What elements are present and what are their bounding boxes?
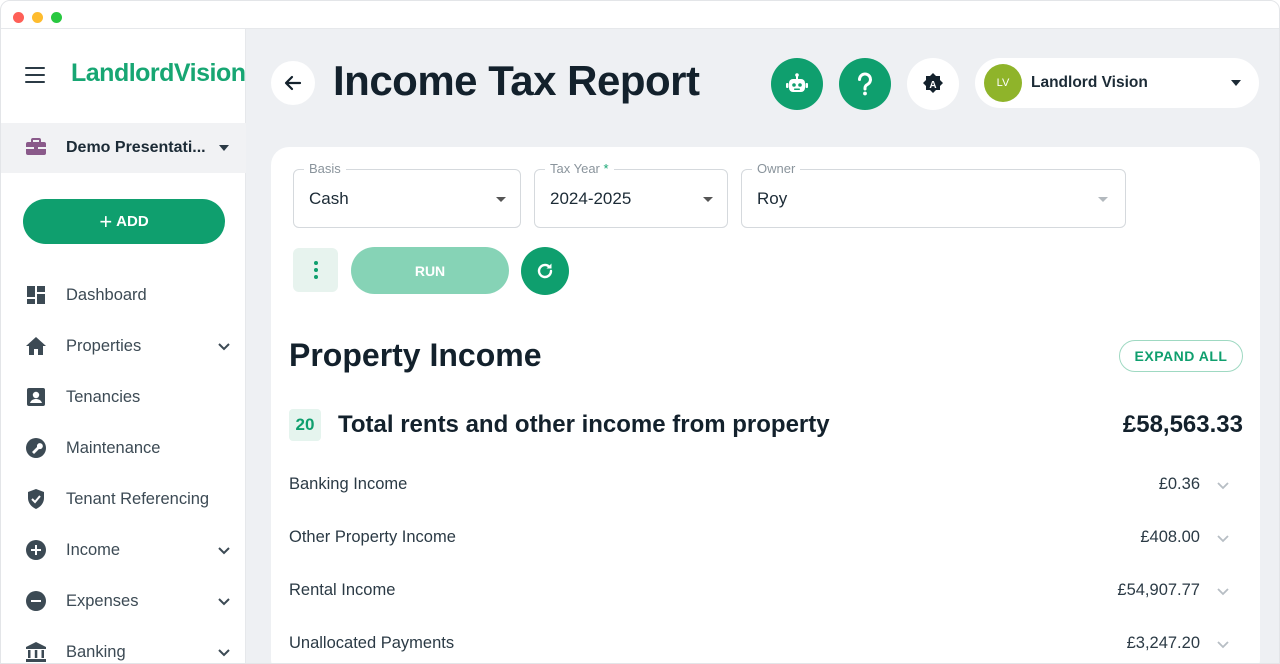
income-row[interactable]: Banking Income £0.36 — [271, 457, 1260, 510]
row-value: £3,247.20 — [1126, 634, 1200, 652]
sidebar-item-tenancies[interactable]: Tenancies — [1, 371, 246, 422]
basis-label: Basis — [304, 161, 346, 176]
chevron-down-icon[interactable] — [216, 542, 232, 558]
chevron-down-icon[interactable] — [1216, 637, 1230, 651]
caret-down-icon — [1231, 80, 1241, 86]
page-title: Income Tax Report — [333, 57, 700, 104]
maximize-window-button[interactable] — [51, 12, 62, 23]
row-label: Other Property Income — [289, 528, 456, 546]
chevron-down-icon[interactable] — [216, 593, 232, 609]
sidebar-item-dashboard[interactable]: Dashboard — [1, 269, 246, 320]
run-button[interactable]: RUN — [351, 247, 509, 294]
user-menu[interactable]: LV Landlord Vision — [975, 58, 1259, 108]
income-row[interactable]: Unallocated Payments £3,247.20 — [271, 616, 1260, 663]
back-button[interactable] — [271, 61, 315, 105]
minimize-window-button[interactable] — [32, 12, 43, 23]
sidebar-item-expenses[interactable]: Expenses — [1, 575, 246, 626]
add-button[interactable]: + ADD — [23, 199, 225, 244]
sidebar-item-label: Tenant Referencing — [66, 490, 210, 508]
chevron-down-icon[interactable] — [216, 338, 232, 354]
close-window-button[interactable] — [13, 12, 24, 23]
company-selector[interactable]: Demo Presentati... — [1, 123, 246, 173]
sidebar-item-label: Dashboard — [66, 286, 147, 304]
caret-down-icon — [219, 145, 229, 151]
back-arrow-icon — [284, 75, 302, 91]
tax-year-select[interactable]: Tax Year * 2024-2025 — [534, 161, 728, 228]
plus-circle-icon — [26, 540, 46, 560]
tax-year-label: Tax Year * — [545, 161, 614, 176]
caret-down-icon — [496, 197, 506, 202]
shield-check-icon — [28, 489, 44, 509]
briefcase-icon — [26, 138, 46, 155]
app-logo: LandlordVision — [71, 59, 246, 87]
tax-year-value: 2024-2025 — [550, 189, 632, 208]
wrench-icon — [26, 438, 46, 458]
refresh-icon — [537, 263, 553, 279]
help-icon — [858, 72, 872, 96]
income-row[interactable]: Other Property Income £408.00 — [271, 510, 1260, 563]
contact-card-icon — [27, 388, 45, 406]
owner-value: Roy — [757, 189, 788, 208]
sidebar: LandlordVision Demo Presentati... + ADD … — [1, 29, 246, 663]
total-value: £58,563.33 — [1122, 411, 1243, 438]
sidebar-item-label: Maintenance — [66, 439, 161, 457]
row-value: £0.36 — [1158, 475, 1200, 493]
sidebar-item-label: Properties — [66, 337, 142, 355]
home-icon — [26, 337, 46, 355]
company-name: Demo Presentati... — [66, 139, 206, 156]
sidebar-item-maintenance[interactable]: Maintenance — [1, 422, 246, 473]
sidebar-item-label: Banking — [66, 643, 126, 661]
accessibility-button[interactable]: A — [907, 58, 959, 110]
sidebar-item-tenant-referencing[interactable]: Tenant Referencing — [1, 473, 246, 524]
sidebar-item-properties[interactable]: Properties — [1, 320, 246, 371]
caret-down-icon — [703, 197, 713, 202]
chevron-down-icon[interactable] — [1216, 584, 1230, 598]
user-name: Landlord Vision — [1031, 74, 1148, 91]
income-row[interactable]: Rental Income £54,907.77 — [271, 563, 1260, 616]
avatar: LV — [984, 64, 1022, 102]
chevron-down-icon[interactable] — [1216, 478, 1230, 492]
plus-icon: + — [99, 208, 113, 234]
report-card: Basis Cash Tax Year * 2024-2025 Owner Ro… — [271, 147, 1260, 663]
more-options-button[interactable] — [293, 248, 338, 292]
row-label: Banking Income — [289, 475, 408, 493]
sidebar-item-label: Tenancies — [66, 388, 141, 406]
svg-text:A: A — [929, 80, 936, 91]
expand-all-button[interactable]: EXPAND ALL — [1119, 340, 1243, 372]
row-label: Unallocated Payments — [289, 634, 455, 652]
basis-select[interactable]: Basis Cash — [293, 161, 521, 228]
sidebar-item-label: Income — [66, 541, 121, 559]
section-title: Property Income — [289, 337, 542, 373]
minus-circle-icon — [26, 591, 46, 611]
menu-icon[interactable] — [25, 67, 45, 83]
row-value: £54,907.77 — [1117, 581, 1200, 599]
help-button[interactable] — [839, 58, 891, 110]
caret-down-icon — [1098, 197, 1108, 202]
add-button-label: ADD — [116, 213, 149, 230]
sidebar-item-banking[interactable]: Banking — [1, 626, 246, 663]
assistant-button[interactable] — [771, 58, 823, 110]
accessibility-icon: A — [923, 73, 943, 93]
total-label: Total rents and other income from proper… — [338, 411, 830, 438]
window-titlebar — [1, 1, 1279, 29]
row-value: £408.00 — [1140, 528, 1200, 546]
app-window: LandlordVision Demo Presentati... + ADD … — [0, 0, 1280, 664]
dashboard-icon — [27, 286, 45, 304]
chevron-down-icon[interactable] — [216, 644, 232, 660]
row-label: Rental Income — [289, 581, 396, 599]
owner-label: Owner — [752, 161, 801, 176]
basis-value: Cash — [309, 189, 349, 208]
robot-icon — [786, 73, 808, 92]
refresh-button[interactable] — [521, 247, 569, 295]
owner-select[interactable]: Owner Roy — [741, 161, 1126, 228]
bank-icon — [26, 642, 46, 662]
box-number-badge: 20 — [289, 409, 321, 441]
sidebar-item-label: Expenses — [66, 592, 139, 610]
chevron-down-icon[interactable] — [1216, 531, 1230, 545]
sidebar-item-income[interactable]: Income — [1, 524, 246, 575]
